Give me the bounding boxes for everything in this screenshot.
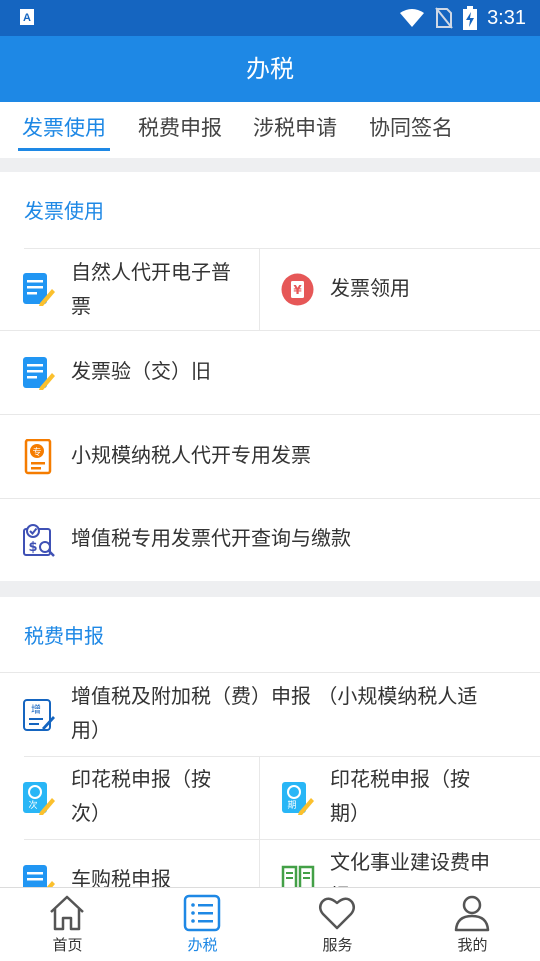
svg-text:专: 专 [32, 446, 41, 458]
heart-icon [319, 897, 355, 930]
bottom-nav: 首页 办税 服务 我的 [0, 887, 540, 961]
yuan-circle-icon: ¥ [281, 273, 314, 306]
tab-apply[interactable]: 涉税申请 [253, 112, 337, 142]
svg-text:$: $ [28, 540, 37, 555]
item-label: 印花税申报（按 [71, 767, 211, 791]
item-invoice-receive[interactable]: ¥ 发票领用 [260, 249, 540, 330]
item-label-line2: 报 [330, 879, 530, 887]
nav-label: 首页 [52, 936, 83, 954]
item-invoice-verify-old[interactable]: 发票验（交）旧 [0, 331, 540, 414]
wifi-icon [400, 9, 425, 27]
edit-document-icon [23, 865, 55, 887]
svg-text:A: A [23, 12, 31, 24]
stamp-tax-per-period-icon: 期 [282, 782, 314, 815]
page-title: 办税 [246, 55, 294, 83]
section-title-invoice: 发票使用 [24, 199, 104, 223]
list-icon [183, 894, 221, 932]
clock: 3:31 [487, 6, 526, 29]
home-icon [50, 895, 84, 931]
item-stamp-tax-per-time[interactable]: 次 印花税申报（按 次） [0, 757, 259, 839]
tab-bar: 发票使用 税费申报 涉税申请 协同签名 [0, 102, 540, 158]
item-vehicle-purchase-tax[interactable]: 车购税申报 [0, 840, 259, 887]
svg-text:¥: ¥ [293, 283, 302, 297]
vat-declare-icon: 增 [23, 699, 55, 731]
person-icon [454, 895, 490, 932]
status-bar: A 3:31 [0, 0, 540, 36]
section-divider [0, 158, 540, 172]
no-sim-icon [435, 7, 453, 29]
tab-cosign[interactable]: 协同签名 [369, 112, 453, 142]
payment-query-icon: $ [23, 524, 55, 557]
section-divider [0, 581, 540, 597]
item-label: 增值税及附加税（费）申报 （小规模纳税人适 [71, 684, 478, 708]
item-label-line2: 用） [71, 718, 111, 742]
item-label-line2: 期） [330, 801, 370, 825]
nav-label: 办税 [187, 936, 218, 954]
item-label: 小规模纳税人代开专用发票 [71, 443, 311, 467]
item-label: 车购税申报 [71, 867, 171, 887]
nav-home[interactable]: 首页 [0, 888, 135, 961]
tab-invoice[interactable]: 发票使用 [22, 112, 106, 142]
special-invoice-icon: 专 [24, 439, 52, 475]
section-title-declare: 税费申报 [24, 624, 104, 648]
item-vat-special-invoice-query-pay[interactable]: $ 增值税专用发票代开查询与缴款 [0, 499, 540, 581]
tab-declare[interactable]: 税费申报 [138, 112, 222, 142]
nav-service[interactable]: 服务 [270, 888, 405, 961]
nav-label: 服务 [322, 936, 353, 954]
item-label: 印花税申报（按 [330, 767, 470, 791]
item-small-scale-special-invoice[interactable]: 专 小规模纳税人代开专用发票 [0, 415, 540, 498]
edit-document-icon [23, 273, 55, 306]
item-label: 文化事业建设费申 [330, 850, 490, 874]
item-culture-construction-fee[interactable]: 文化事业建设费申 报 [260, 840, 540, 887]
app-bar: 办税 [0, 36, 540, 102]
item-stamp-tax-per-period[interactable]: 期 印花税申报（按 期） [260, 757, 540, 839]
item-label-line2: 票 [71, 294, 91, 318]
edit-document-icon [23, 357, 55, 390]
book-icon [281, 865, 315, 887]
svg-text:增: 增 [31, 703, 41, 716]
item-label: 自然人代开电子普 [71, 260, 231, 284]
svg-text:次: 次 [28, 799, 37, 811]
item-label: 增值税专用发票代开查询与缴款 [71, 526, 351, 550]
nav-tax[interactable]: 办税 [135, 888, 270, 961]
svg-text:期: 期 [287, 800, 296, 811]
item-label: 发票领用 [330, 276, 410, 300]
item-label: 发票验（交）旧 [71, 359, 211, 383]
stamp-tax-per-time-icon: 次 [23, 782, 55, 815]
nav-mine[interactable]: 我的 [405, 888, 540, 961]
item-label-line2: 次） [71, 801, 111, 825]
item-vat-surtax-declare[interactable]: 增 增值税及附加税（费）申报 （小规模纳税人适 用） [0, 673, 540, 756]
battery-charging-icon [463, 6, 478, 30]
tab-indicator [18, 148, 110, 151]
item-natural-person-e-invoice[interactable]: 自然人代开电子普 票 [0, 249, 259, 330]
app-notification-icon: A [20, 9, 34, 25]
status-icons: 3:31 [399, 0, 526, 36]
nav-label: 我的 [457, 936, 488, 954]
